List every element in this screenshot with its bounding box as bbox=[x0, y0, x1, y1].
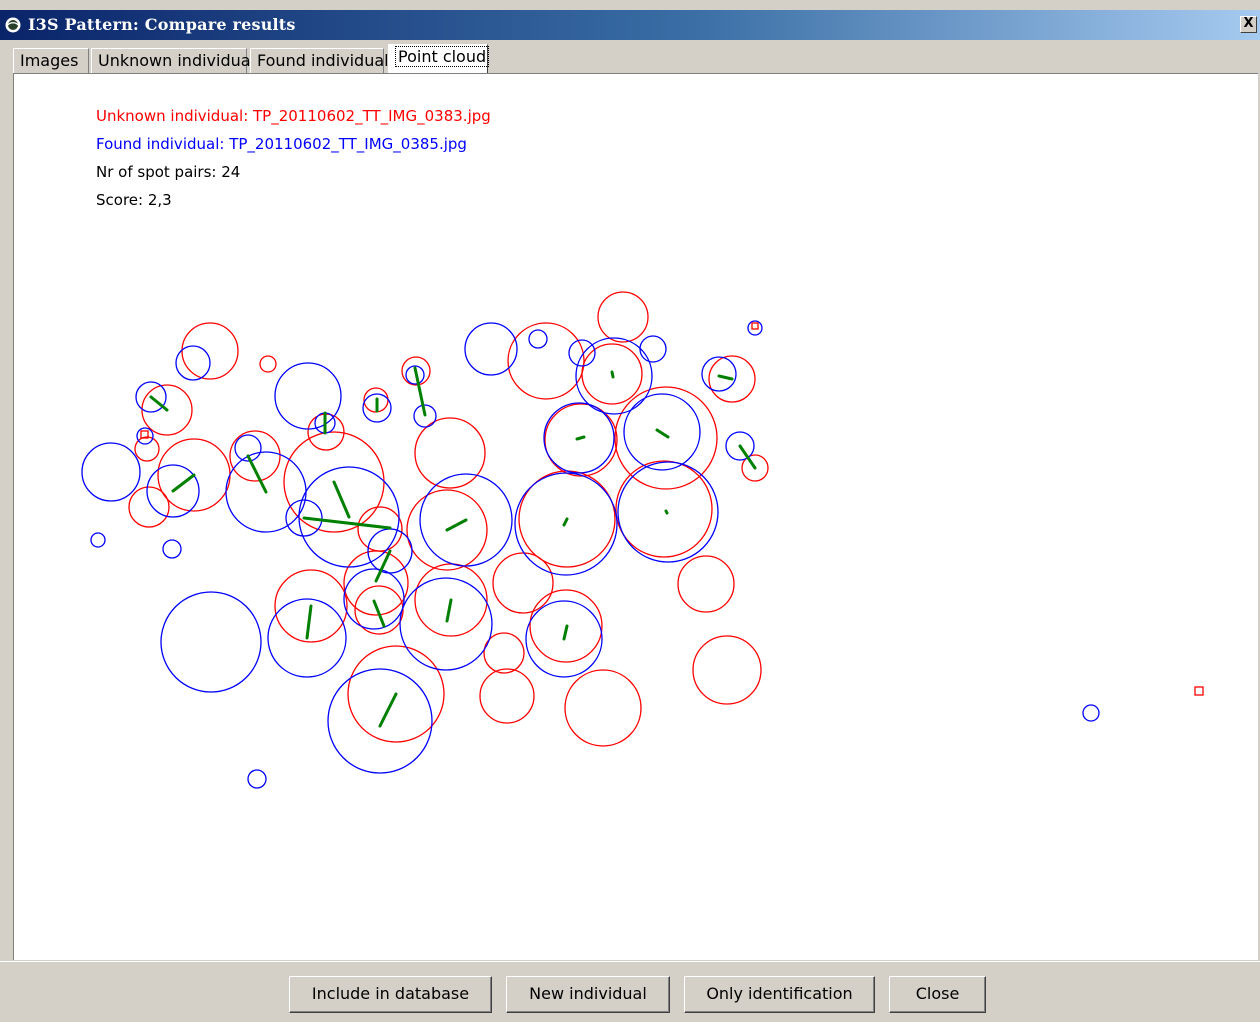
point-cloud-panel: Unknown individual: TP_20110602_TT_IMG_0… bbox=[13, 73, 1258, 960]
tab-point-cloud-label: Point cloud bbox=[395, 46, 490, 67]
unknown-spots bbox=[128, 291, 1204, 747]
window-close-button[interactable]: X bbox=[1240, 16, 1257, 33]
button-bar: Include in database New individual Only … bbox=[0, 961, 1260, 1022]
include-in-database-button[interactable]: Include in database bbox=[289, 976, 492, 1013]
window-title: I3S Pattern: Compare results bbox=[28, 15, 296, 34]
new-individual-button[interactable]: New individual bbox=[506, 976, 670, 1013]
tab-found-individual[interactable]: Found individual bbox=[250, 48, 389, 73]
tab-unknown-individual[interactable]: Unknown individual bbox=[91, 48, 255, 73]
close-button[interactable]: Close bbox=[889, 976, 986, 1013]
point-cloud-plot bbox=[81, 291, 1204, 789]
tab-unknown-individual-label: Unknown individual bbox=[98, 51, 256, 70]
tab-found-individual-label: Found individual bbox=[257, 51, 389, 70]
app-logo-icon bbox=[5, 17, 21, 33]
found-spots bbox=[81, 320, 1100, 789]
tab-point-cloud[interactable]: Point cloud bbox=[388, 44, 490, 74]
only-identification-button[interactable]: Only identification bbox=[684, 976, 875, 1013]
tab-images-label: Images bbox=[20, 51, 79, 70]
spot-pair-lines bbox=[149, 366, 757, 728]
tab-images[interactable]: Images bbox=[13, 48, 89, 73]
title-bar: I3S Pattern: Compare results X bbox=[0, 10, 1260, 40]
